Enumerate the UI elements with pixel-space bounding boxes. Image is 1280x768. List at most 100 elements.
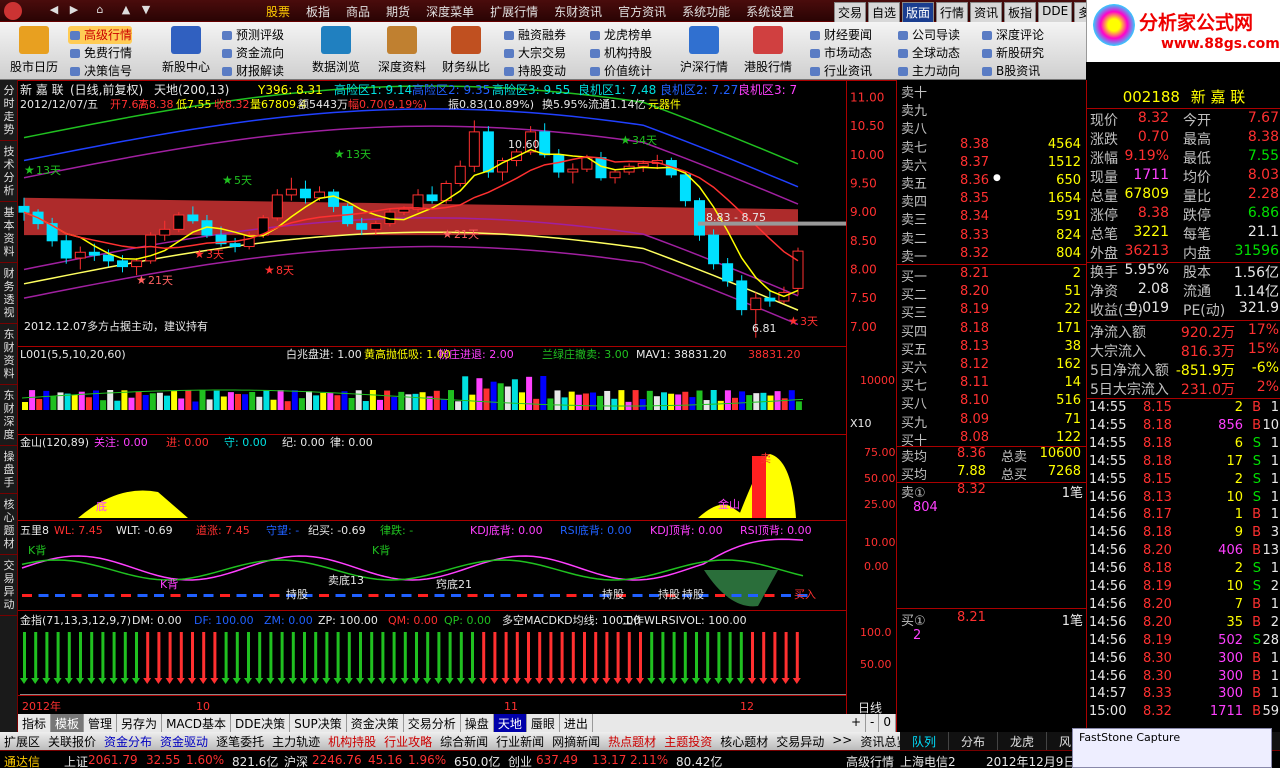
toolbar-link[interactable]: 主力动向 bbox=[896, 62, 960, 80]
function-tab[interactable]: 主题投资 bbox=[660, 732, 716, 750]
book-row[interactable]: 卖七 8.38 4564 bbox=[897, 137, 1087, 156]
right-panel-tab[interactable]: 龙虎 bbox=[998, 732, 1048, 750]
book-row[interactable]: 买五 8.13 38 bbox=[897, 339, 1087, 358]
indicator-tab[interactable]: 操盘 bbox=[461, 714, 494, 732]
indicator-tab[interactable]: MACD基本 bbox=[162, 714, 232, 732]
toolbar-big-button[interactable]: 港股行情 bbox=[738, 26, 798, 75]
back-icon[interactable]: ◀ bbox=[46, 2, 62, 18]
menu-item[interactable]: 系统功能 bbox=[674, 3, 738, 20]
indicator-tab[interactable]: 管理 bbox=[84, 714, 118, 732]
down-icon[interactable]: ▼ bbox=[138, 2, 154, 18]
toolbar-link[interactable]: 全球动态 bbox=[896, 44, 960, 62]
toolbar-link[interactable]: 融资融券 bbox=[502, 26, 566, 44]
book-row[interactable]: 卖八 bbox=[897, 118, 1087, 137]
toolbar-link[interactable]: 财报解读 bbox=[220, 62, 284, 80]
status-cy-label[interactable]: 创业 bbox=[508, 753, 532, 768]
chart-area[interactable]: 新 嘉 联 (日线,前复权) 天地(200,13) Y396: 8.31 高险区1: 9… bbox=[18, 80, 896, 714]
queue-row[interactable]: 买① 8.21 1笔 bbox=[897, 610, 1087, 629]
toolbar-link[interactable]: 价值统计 bbox=[588, 62, 652, 80]
book-row[interactable]: 买一 8.21 2 bbox=[897, 266, 1087, 285]
function-tab[interactable]: 扩展区 bbox=[0, 732, 44, 750]
book-row[interactable]: 买三 8.19 22 bbox=[897, 302, 1087, 321]
toolbar-big-button[interactable]: 深度资料 bbox=[372, 26, 432, 75]
function-tab[interactable]: 核心题材 bbox=[716, 732, 772, 750]
home-icon[interactable]: ⌂ bbox=[92, 2, 108, 18]
book-row[interactable]: 卖九 bbox=[897, 100, 1087, 119]
toolbar-link[interactable]: 龙虎榜单 bbox=[588, 26, 652, 44]
menu-item[interactable]: 股票 bbox=[258, 3, 298, 20]
function-tab[interactable]: 行业新闻 bbox=[492, 732, 548, 750]
menu-item[interactable]: 期货 bbox=[378, 3, 418, 20]
function-tab[interactable]: >> bbox=[828, 732, 856, 750]
indicator-tab[interactable]: 模板 bbox=[51, 714, 85, 732]
book-row[interactable]: 买四 8.18 171 bbox=[897, 321, 1087, 340]
book-row[interactable]: 买六 8.12 162 bbox=[897, 357, 1087, 376]
indicator-tab[interactable]: 进出 bbox=[560, 714, 593, 732]
menu-item[interactable]: 商品 bbox=[338, 3, 378, 20]
quick-tab[interactable]: 版面 bbox=[902, 2, 935, 23]
right-panel-tab[interactable]: 分布 bbox=[949, 732, 999, 750]
quick-tab[interactable]: DDE bbox=[1038, 2, 1073, 23]
toolbar-link[interactable]: 公司导读 bbox=[896, 26, 960, 44]
indicator-tab[interactable]: 蜃眼 bbox=[527, 714, 560, 732]
book-row[interactable]: 买二 8.20 51 bbox=[897, 284, 1087, 303]
indicator-tab[interactable]: DDE决策 bbox=[231, 714, 291, 732]
menu-item[interactable]: 深度菜单 bbox=[418, 3, 482, 20]
toolbar-link[interactable]: 持股变动 bbox=[502, 62, 566, 80]
vertical-tab[interactable]: 分时走势 bbox=[0, 80, 18, 141]
book-row[interactable]: 买七 8.11 14 bbox=[897, 375, 1087, 394]
right-panel-tab[interactable]: 队列 bbox=[900, 732, 950, 750]
book-row[interactable]: 卖四 8.35 1654 bbox=[897, 191, 1087, 210]
book-row[interactable]: 卖一 8.32 804 bbox=[897, 246, 1087, 265]
toolbar-link[interactable]: 资金流向 bbox=[220, 44, 284, 62]
quick-tab[interactable]: 自选 bbox=[868, 2, 901, 23]
quick-tab[interactable]: 行情 bbox=[936, 2, 969, 23]
quick-tab[interactable]: 板指 bbox=[1004, 2, 1037, 23]
book-row[interactable]: 卖五 8.36 650 ● bbox=[897, 173, 1087, 192]
vertical-tab[interactable]: 基本资料 bbox=[0, 202, 18, 263]
toolbar-big-button[interactable]: 财务纵比 bbox=[436, 26, 496, 75]
status-sh-label[interactable]: 上证 bbox=[64, 753, 88, 768]
function-tab[interactable]: 逐笔委托 bbox=[212, 732, 268, 750]
zoom-control-button[interactable]: + bbox=[847, 714, 867, 732]
toolbar-link[interactable]: 预测评级 bbox=[220, 26, 284, 44]
menu-item[interactable]: 扩展行情 bbox=[482, 3, 546, 20]
function-tab[interactable]: 机构持股 bbox=[324, 732, 380, 750]
indicator-tab[interactable]: 另存为 bbox=[117, 714, 163, 732]
toolbar-link[interactable]: B股资讯 bbox=[980, 62, 1044, 80]
function-tab[interactable]: 资金分布 bbox=[100, 732, 156, 750]
queue-row[interactable]: 卖① 8.32 1笔 bbox=[897, 482, 1087, 501]
vertical-tab[interactable]: 交易异动 bbox=[0, 555, 18, 616]
function-tab[interactable]: 网摘新闻 bbox=[548, 732, 604, 750]
function-tab[interactable]: 行业攻略 bbox=[380, 732, 436, 750]
book-row[interactable]: 买八 8.10 516 bbox=[897, 393, 1087, 412]
indicator-tab[interactable]: SUP决策 bbox=[290, 714, 347, 732]
menu-item[interactable]: 系统设置 bbox=[738, 3, 802, 20]
menu-item[interactable]: 东财资讯 bbox=[546, 3, 610, 20]
forward-icon[interactable]: ▶ bbox=[66, 2, 82, 18]
toolbar-big-button[interactable]: 数据浏览 bbox=[306, 26, 366, 75]
status-sz-label[interactable]: 沪深 bbox=[284, 753, 308, 768]
indicator-tab[interactable]: 天地 bbox=[493, 714, 527, 732]
quick-tab[interactable]: 资讯 bbox=[970, 2, 1003, 23]
vertical-tab[interactable]: 东财深度 bbox=[0, 385, 18, 446]
toolbar-link[interactable]: 大宗交易 bbox=[502, 44, 566, 62]
toolbar-link[interactable]: 新股研究 bbox=[980, 44, 1044, 62]
toolbar-link[interactable]: 高级行情 bbox=[68, 26, 133, 44]
vertical-tab[interactable]: 操盘手 bbox=[0, 446, 18, 494]
zoom-control-button[interactable]: 0 bbox=[879, 714, 896, 732]
vertical-tab[interactable]: 财务透视 bbox=[0, 263, 18, 324]
toolbar-big-button[interactable]: 沪深行情 bbox=[674, 26, 734, 75]
capture-popup[interactable]: FastStone Capture bbox=[1072, 728, 1272, 768]
zoom-control-button[interactable]: - bbox=[866, 714, 880, 732]
function-tab[interactable]: 综合新闻 bbox=[436, 732, 492, 750]
vertical-tab[interactable]: 核心题材 bbox=[0, 494, 18, 555]
function-tab[interactable]: 资金驱动 bbox=[156, 732, 212, 750]
indicator-tab[interactable]: 交易分析 bbox=[404, 714, 461, 732]
toolbar-big-button[interactable]: 新股中心 bbox=[156, 26, 216, 75]
toolbar-link[interactable]: 深度评论 bbox=[980, 26, 1044, 44]
toolbar-link[interactable]: 决策信号 bbox=[68, 62, 132, 80]
toolbar-big-button[interactable]: 股市日历 bbox=[4, 26, 64, 75]
function-tab[interactable]: 交易异动 bbox=[772, 732, 828, 750]
indicator-tab[interactable]: 指标 bbox=[18, 714, 52, 732]
